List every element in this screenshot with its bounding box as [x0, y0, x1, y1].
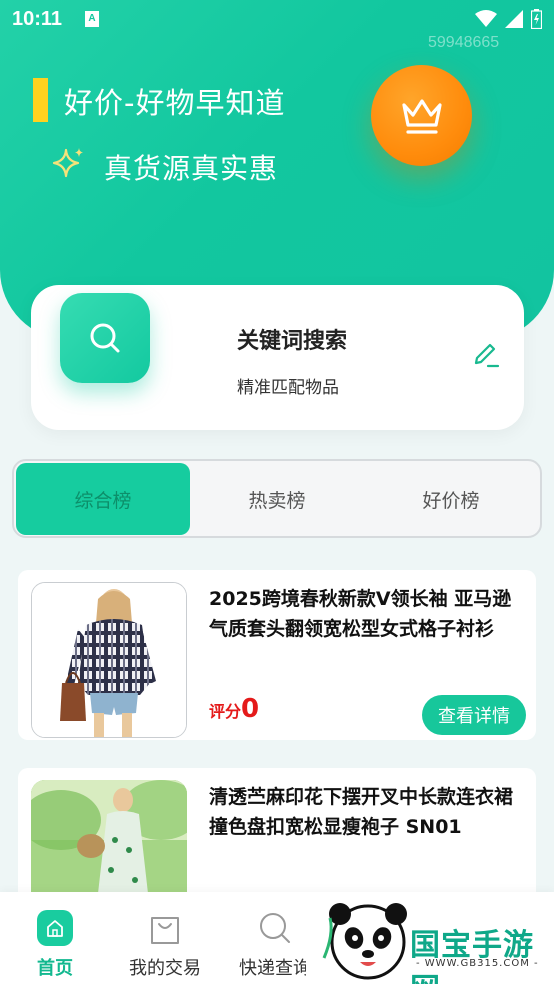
rating-label: 评分 [209, 702, 242, 721]
view-details-button[interactable]: 查看详情 [422, 695, 526, 735]
search-card-title: 关键词搜索 [237, 329, 348, 354]
nav-my-trades[interactable]: 我的交易 [110, 892, 220, 984]
status-time: 10:11 [12, 8, 63, 30]
search-card-subtitle: 精准匹配物品 [237, 378, 339, 398]
tab-good-price[interactable]: 好价榜 [364, 463, 538, 535]
notification-a-icon: A [85, 11, 99, 27]
watermark-text: 国宝手游网 [410, 928, 534, 984]
plaid-shirt-image [32, 583, 186, 737]
nav-home[interactable]: 首页 [0, 892, 110, 984]
nav-my-trades-label: 我的交易 [129, 958, 201, 979]
ranking-tabs: 综合榜 热卖榜 好价榜 [12, 459, 542, 538]
nav-home-label: 首页 [37, 958, 73, 979]
site-watermark: 国宝手游网 - WWW.GB315.COM - [306, 898, 554, 984]
edit-icon[interactable] [472, 341, 500, 369]
product-title[interactable]: 清透苎麻印花下摆开叉中长款连衣裙撞色盘扣宽松显瘦袍子 SN01 [209, 782, 527, 842]
wifi-icon [475, 10, 497, 27]
battery-icon [531, 9, 542, 29]
title-accent-bar [33, 78, 48, 122]
home-icon [37, 910, 73, 946]
keyword-search-card[interactable]: 关键词搜索 精准匹配物品 [31, 285, 524, 430]
rating: 评分0 [209, 694, 259, 724]
product-card[interactable]: 2025跨境春秋新款V领长袖 亚马逊气质套头翻领宽松型女式格子衬衫 评分0 查看… [18, 570, 536, 740]
tab-overall[interactable]: 综合榜 [16, 463, 190, 535]
vip-button[interactable] [371, 65, 472, 166]
status-icons [475, 9, 542, 29]
bag-icon [151, 917, 179, 944]
signal-icon [505, 10, 523, 28]
user-id: 59948665 [428, 34, 500, 51]
sparkle-icon [52, 148, 83, 178]
search-icon-box [60, 293, 150, 383]
rating-value: 0 [241, 694, 260, 724]
crown-icon [401, 98, 442, 134]
page-title: 好价-好物早知道 [64, 86, 286, 120]
search-icon [90, 323, 120, 353]
product-image[interactable] [31, 582, 187, 738]
search-icon [260, 913, 290, 943]
tab-hot-selling[interactable]: 热卖榜 [190, 463, 364, 535]
panda-logo-icon [322, 903, 407, 980]
watermark-url: - WWW.GB315.COM - [416, 958, 539, 969]
page-subtitle: 真货源真实惠 [104, 152, 279, 185]
product-title[interactable]: 2025跨境春秋新款V领长袖 亚马逊气质套头翻领宽松型女式格子衬衫 [209, 584, 527, 644]
